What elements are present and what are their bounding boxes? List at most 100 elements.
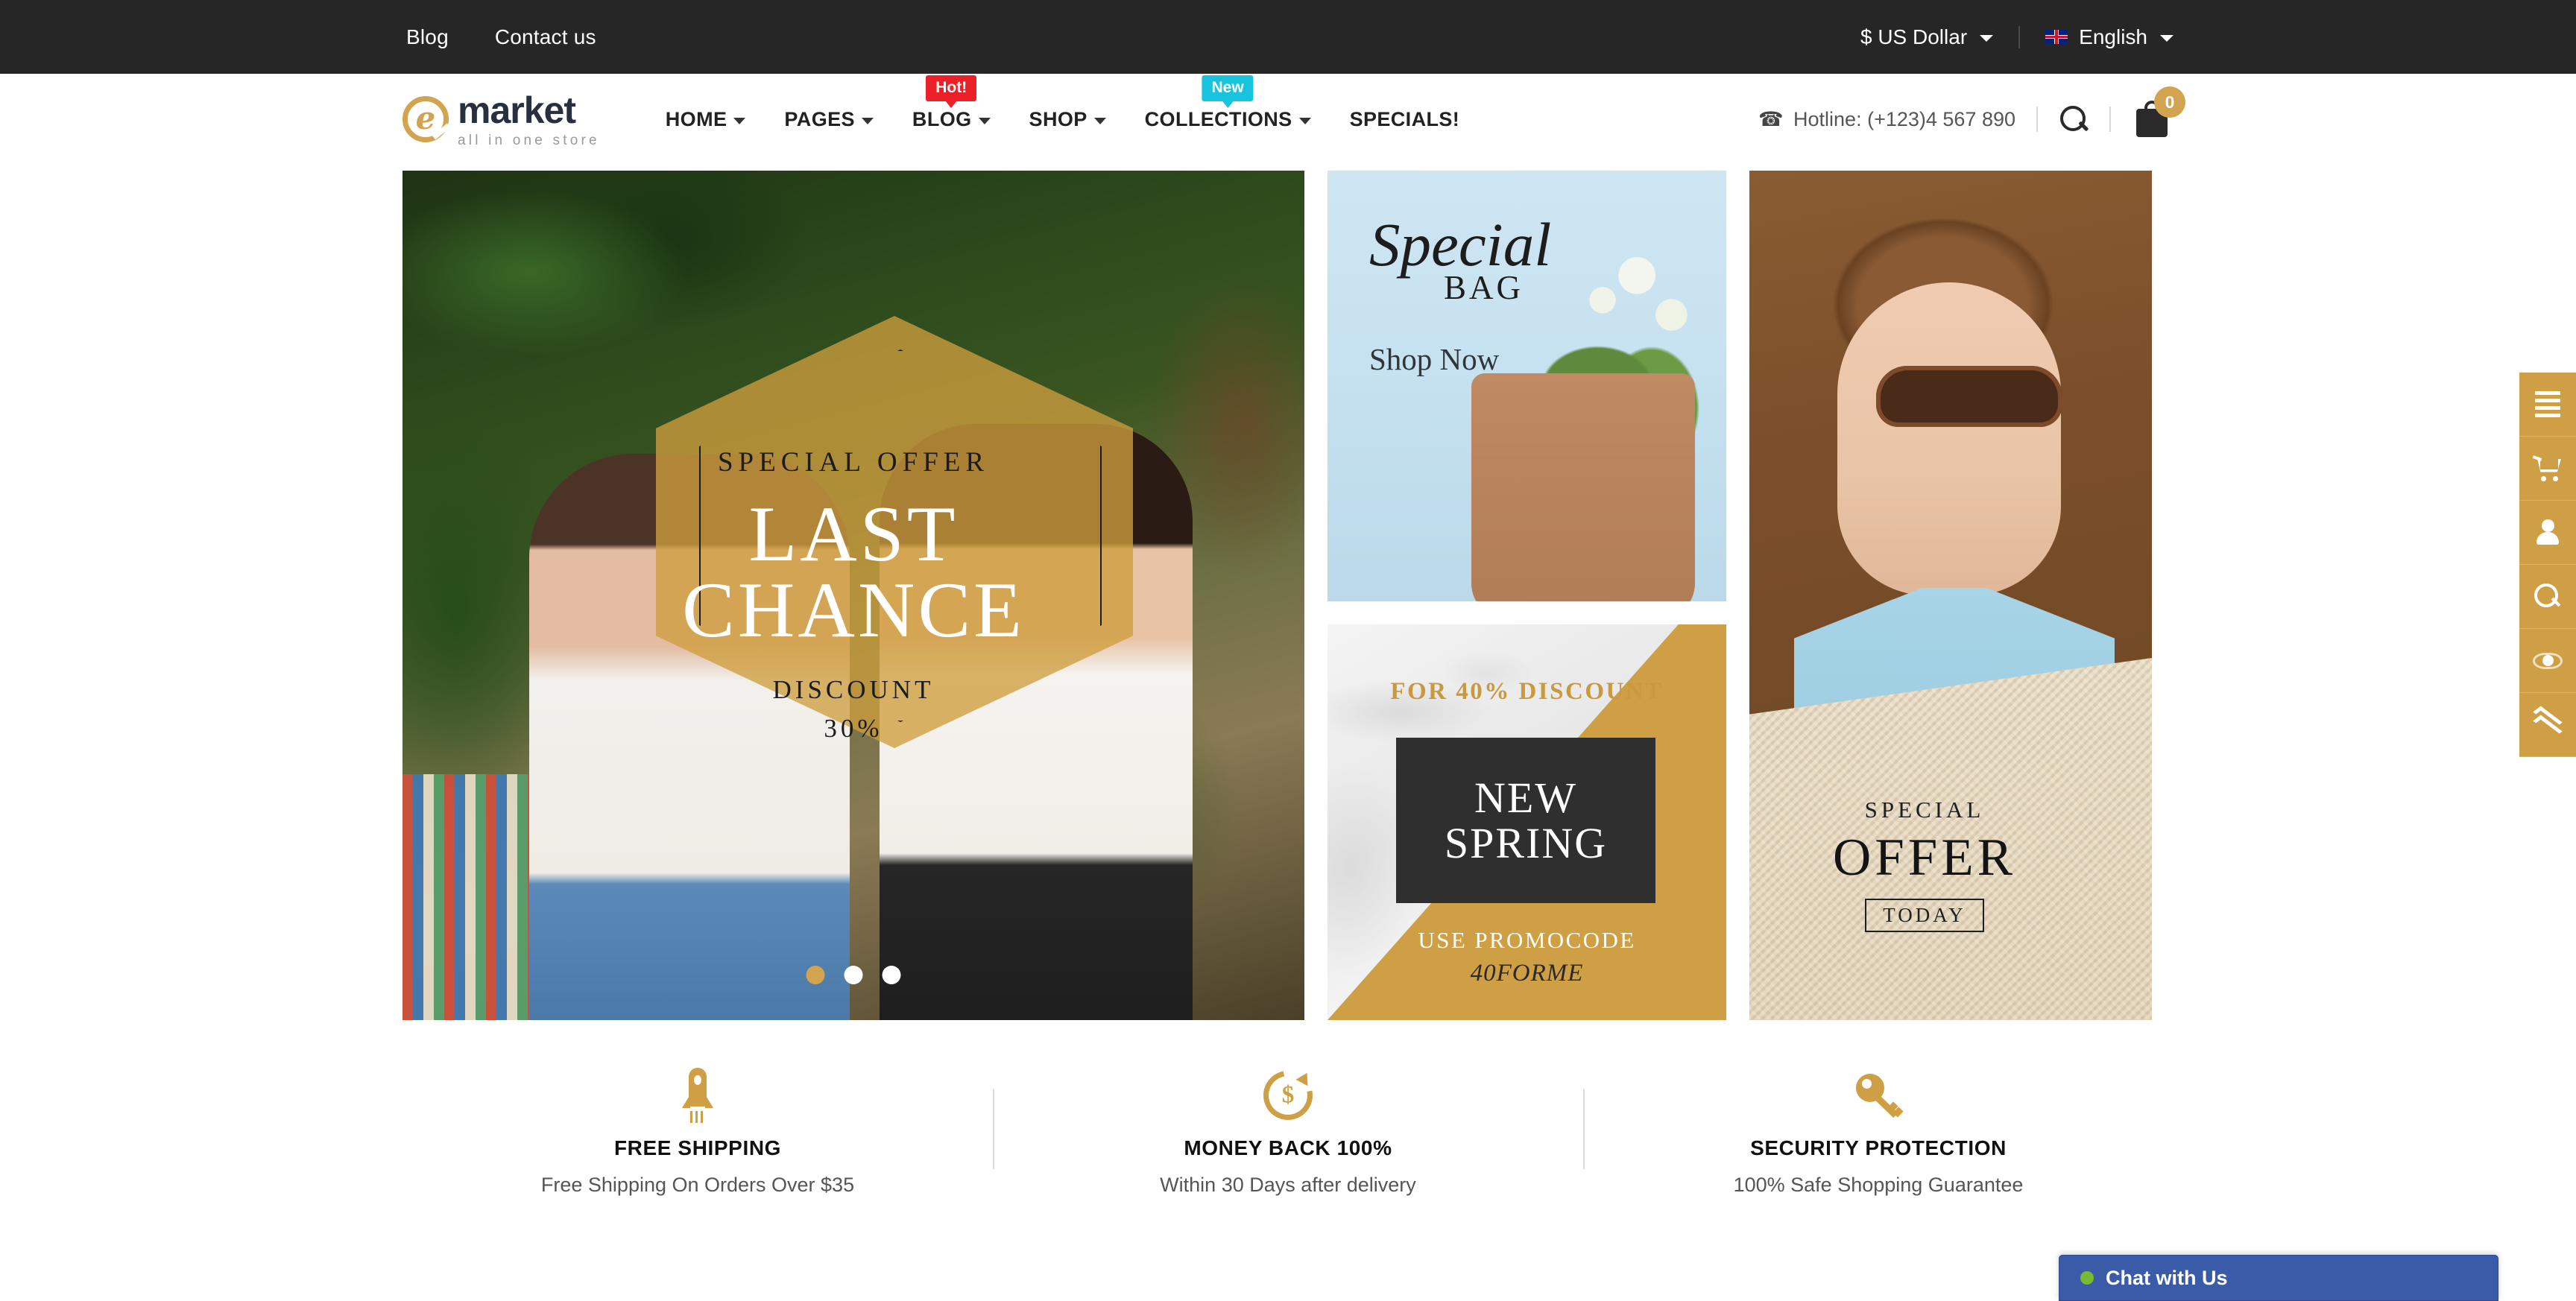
currency-label: $ US Dollar: [1860, 25, 1968, 48]
chevron-down-icon: [1298, 118, 1311, 124]
feature-desc: Free Shipping On Orders Over $35: [540, 1174, 855, 1196]
side-toolbar-cart[interactable]: [2519, 437, 2576, 501]
header-divider: [2036, 107, 2038, 132]
feature-desc: Within 30 Days after delivery: [1160, 1174, 1416, 1196]
menu-icon: [2535, 387, 2560, 421]
nav-item-collections[interactable]: New COLLECTIONS: [1126, 75, 1330, 131]
chat-status-icon: [2080, 1271, 2094, 1285]
promo-code: 40FORME: [1470, 960, 1584, 987]
hero-title: LAST CHANCE: [402, 490, 1304, 653]
hotline[interactable]: ☎ Hotline: (+123)4 567 890: [1758, 108, 2015, 131]
special-bag-title: Special: [1369, 210, 1552, 279]
hero-title-line2: CHANCE: [682, 566, 1025, 653]
currency-selector[interactable]: $ US Dollar: [1860, 25, 1994, 49]
special-offer-today-box: TODAY: [1865, 899, 1984, 932]
special-bag-text: Special BAG Shop Now: [1369, 210, 1552, 377]
nav-label: PAGES: [784, 107, 855, 130]
chat-label: Chat with Us: [2106, 1266, 2228, 1289]
key-icon: [1606, 1063, 2151, 1127]
hero-discount: DISCOUNT 30%: [402, 671, 1304, 749]
feature-title: MONEY BACK 100%: [1184, 1136, 1392, 1159]
middle-banner-column: Special BAG Shop Now FOR 40% DISCOUNT NE…: [1328, 171, 1726, 1020]
side-toolbar-recently-viewed[interactable]: [2519, 629, 2576, 693]
eye-icon: [2533, 652, 2563, 669]
chevron-down-icon: [978, 118, 991, 124]
banner-grid: SPECIAL OFFER LAST CHANCE DISCOUNT 30% S…: [0, 171, 2576, 1020]
nav-badge-hot: Hot!: [926, 75, 977, 101]
user-icon: [2535, 519, 2560, 546]
special-offer-text: SPECIAL OFFER TODAY: [1749, 797, 2100, 932]
cart-count-badge: 0: [2154, 86, 2185, 118]
logo-name: market: [458, 89, 576, 131]
nav-item-home[interactable]: HOME: [646, 108, 765, 131]
nav-label: BLOG: [912, 107, 972, 130]
chat-widget[interactable]: Chat with Us: [2059, 1255, 2498, 1301]
hero-eyebrow: SPECIAL OFFER: [717, 447, 990, 478]
hero-text-block: SPECIAL OFFER LAST CHANCE DISCOUNT 30%: [402, 446, 1304, 749]
banner-special-bag[interactable]: Special BAG Shop Now: [1328, 171, 1726, 601]
language-selector[interactable]: English: [2045, 25, 2174, 49]
new-spring-promo: USE PROMOCODE 40FORME: [1328, 927, 1726, 987]
nav-item-specials[interactable]: SPECIALS!: [1330, 108, 1480, 131]
site-logo[interactable]: market all in one store: [402, 92, 600, 148]
side-toolbar-menu[interactable]: [2519, 373, 2576, 437]
feature-title: FREE SHIPPING: [613, 1136, 782, 1159]
special-bag-cta[interactable]: Shop Now: [1369, 341, 1551, 377]
carousel-dot-3[interactable]: [882, 966, 901, 984]
topbar-divider: [2018, 25, 2021, 48]
new-spring-title-box: NEW SPRING: [1396, 738, 1655, 903]
hero-carousel-slide[interactable]: SPECIAL OFFER LAST CHANCE DISCOUNT 30%: [402, 171, 1304, 1020]
nav-label: HOME: [665, 107, 727, 130]
hero-title-line1: LAST: [748, 490, 959, 577]
carousel-dots: [806, 966, 901, 984]
banner-new-spring[interactable]: FOR 40% DISCOUNT NEW SPRING USE PROMOCOD…: [1328, 624, 1726, 1020]
features-row: FREE SHIPPING Free Shipping On Orders Ov…: [0, 1061, 2576, 1227]
carousel-dot-2[interactable]: [844, 966, 863, 984]
uk-flag-icon: [2045, 30, 2068, 44]
carousel-dot-1[interactable]: [806, 966, 825, 984]
nav-item-blog[interactable]: Hot! BLOG: [893, 75, 1010, 131]
chevron-down-icon: [861, 118, 874, 124]
new-spring-discount-text: FOR 40% DISCOUNT: [1390, 678, 1664, 705]
side-toolbar-account[interactable]: [2519, 501, 2576, 565]
special-offer-line1: SPECIAL: [1864, 797, 1985, 823]
nav-badge-new: New: [1202, 75, 1254, 101]
nav-item-pages[interactable]: PAGES: [765, 108, 893, 131]
logo-tagline: all in one store: [458, 132, 600, 148]
site-header: market all in one store HOME PAGES Hot! …: [0, 74, 2576, 165]
cart-icon: [2532, 455, 2563, 481]
model-face: [1837, 282, 2061, 595]
feature-title: SECURITY PROTECTION: [1750, 1136, 2007, 1159]
feature-money-back: $ MONEY BACK 100% Within 30 Days after d…: [993, 1061, 1583, 1197]
main-navigation: HOME PAGES Hot! BLOG SHOP New COLLECTION…: [646, 75, 1480, 131]
topbar-link-blog[interactable]: Blog: [406, 25, 449, 49]
special-offer-line2: OFFER: [1833, 829, 2016, 887]
header-actions: ☎ Hotline: (+123)4 567 890 0: [1758, 86, 2185, 140]
e-circle-icon: [402, 96, 449, 142]
new-spring-line2: SPRING: [1444, 819, 1608, 867]
hero-discount-value: 30%: [824, 714, 883, 743]
top-bar: Blog Contact us $ US Dollar English: [0, 0, 2576, 74]
search-icon: [2534, 583, 2561, 610]
side-toolbar-search[interactable]: [2519, 565, 2576, 629]
chevron-down-icon: [2160, 35, 2174, 42]
cart-button[interactable]: 0: [2132, 86, 2185, 140]
hotline-label: Hotline: (+123)4 567 890: [1793, 107, 2015, 130]
nav-label: COLLECTIONS: [1144, 107, 1292, 130]
banner-special-offer[interactable]: SPECIAL OFFER TODAY: [1749, 171, 2152, 1020]
new-spring-line1: NEW: [1474, 773, 1578, 822]
topbar-link-contact-us[interactable]: Contact us: [495, 25, 596, 49]
side-toolbar-back-to-top[interactable]: [2519, 693, 2576, 757]
chevron-down-icon: [733, 118, 746, 124]
search-icon[interactable]: [2059, 104, 2089, 134]
rocket-icon: [425, 1063, 970, 1127]
feature-free-shipping: FREE SHIPPING Free Shipping On Orders Ov…: [402, 1063, 993, 1197]
phone-icon: ☎: [1758, 107, 1784, 130]
nav-label: SHOP: [1029, 107, 1087, 130]
header-divider: [2109, 107, 2111, 132]
nav-item-shop[interactable]: SHOP: [1010, 108, 1126, 131]
logo-text: market all in one store: [458, 92, 600, 148]
hero-discount-label: DISCOUNT: [772, 674, 935, 704]
sunglasses-image: [1876, 366, 2062, 427]
nav-label: SPECIALS!: [1349, 107, 1460, 130]
